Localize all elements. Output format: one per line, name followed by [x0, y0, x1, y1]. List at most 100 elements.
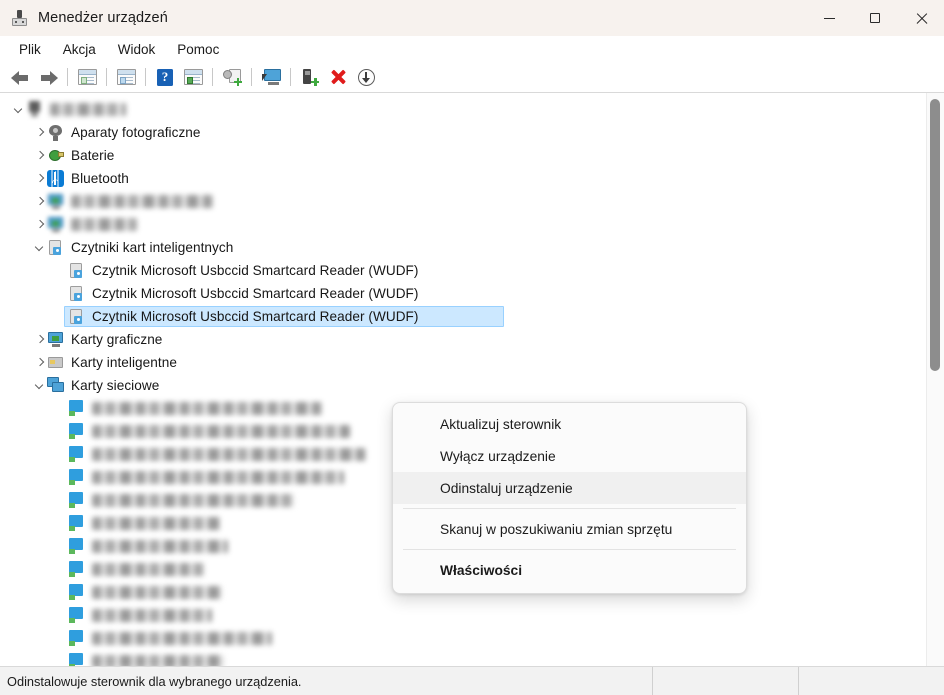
redacted-label [92, 563, 204, 576]
tree-row-label: Czytniki kart inteligentnych [71, 240, 234, 255]
toolbar-help-button[interactable]: ? [151, 64, 179, 90]
vertical-scrollbar[interactable] [926, 93, 944, 666]
redacted-label [92, 586, 222, 599]
tree-row-label: Bluetooth [71, 171, 129, 186]
tree-twisty-empty [52, 535, 68, 558]
context-menu-item[interactable]: Skanuj w poszukiwaniu zmian sprzętu [393, 513, 746, 545]
status-bar: Odinstalowuje sterownik dla wybranego ur… [0, 666, 944, 695]
tree-row[interactable]: Czytnik Microsoft Usbccid Smartcard Read… [0, 259, 926, 282]
chevron-right-icon[interactable] [31, 167, 47, 190]
minimize-button[interactable] [806, 0, 852, 36]
menu-file[interactable]: Plik [8, 39, 52, 60]
title-bar: Menedżer urządzeń [0, 0, 944, 36]
tree-row[interactable]: Czytniki kart inteligentnych [0, 236, 926, 259]
toolbar-scan-hardware-button[interactable] [257, 64, 285, 90]
toolbar-uninstall-device-button[interactable] [324, 64, 352, 90]
tree-row[interactable] [0, 98, 926, 121]
toolbar-disable-device-button[interactable] [352, 64, 380, 90]
chevron-down-icon[interactable] [10, 98, 26, 121]
tree-row[interactable]: Baterie [0, 144, 926, 167]
redacted-label [92, 517, 220, 530]
context-menu-item[interactable]: Wyłącz urządzenie [393, 440, 746, 472]
chevron-right-icon[interactable] [31, 121, 47, 144]
chevron-right-icon[interactable] [31, 190, 47, 213]
context-menu-item[interactable]: Właściwości [393, 554, 746, 586]
network-adapter-icon [68, 423, 85, 440]
redacted-label [92, 402, 322, 415]
tree-row[interactable]: Aparaty fotograficzne [0, 121, 926, 144]
bluetooth-icon: ᛦ [47, 170, 64, 187]
chevron-right-icon[interactable] [31, 328, 47, 351]
tree-row-label: Aparaty fotograficzne [71, 125, 201, 140]
tree-row[interactable]: Karty sieciowe [0, 374, 926, 397]
scrollbar-thumb[interactable] [930, 99, 940, 371]
chevron-down-icon[interactable] [31, 374, 47, 397]
menu-view[interactable]: Widok [107, 39, 167, 60]
tree-twisty-empty [52, 443, 68, 466]
redacted-label [92, 632, 272, 645]
properties-window-icon [116, 69, 136, 85]
smartcard-reader-icon [68, 285, 85, 302]
redacted-label [92, 471, 344, 484]
network-adapter-icon [68, 584, 85, 601]
maximize-icon [870, 13, 880, 23]
smartcard-reader-icon [47, 239, 64, 256]
smartcard-reader-icon [68, 262, 85, 279]
toolbar-forward-button[interactable] [34, 64, 62, 90]
battery-icon [47, 147, 64, 164]
chevron-right-icon[interactable] [31, 213, 47, 236]
chevron-down-icon[interactable] [31, 236, 47, 259]
tree-twisty-empty [52, 282, 68, 305]
toolbar-separator [251, 68, 252, 86]
minimize-icon [823, 17, 835, 19]
chevron-right-icon[interactable] [31, 144, 47, 167]
redacted-label [92, 655, 224, 666]
maximize-button[interactable] [852, 0, 898, 36]
disable-device-icon [357, 68, 375, 86]
status-message: Odinstalowuje sterownik dla wybranego ur… [7, 673, 302, 689]
title-bar-left: Menedżer urządzeń [0, 9, 168, 27]
tree-row-selected[interactable]: Czytnik Microsoft Usbccid Smartcard Read… [0, 305, 926, 328]
status-pane-1 [652, 667, 798, 695]
close-button[interactable] [898, 0, 944, 36]
close-icon [915, 12, 928, 25]
tree-row[interactable]: Karty inteligentne [0, 351, 926, 374]
enable-device-icon [301, 68, 319, 86]
content-area: Aparaty fotograficzne Baterie ᛦ Bluetooth Cz… [0, 93, 944, 666]
context-menu-item[interactable]: Odinstaluj urządzenie [393, 472, 746, 504]
tree-row[interactable]: Karty graficzne [0, 328, 926, 351]
redacted-label [92, 425, 350, 438]
back-arrow-icon [10, 70, 30, 85]
menu-action[interactable]: Akcja [52, 39, 107, 60]
tree-row[interactable] [0, 650, 926, 666]
context-menu[interactable]: Aktualizuj sterownik Wyłącz urządzenie Odi… [392, 402, 747, 594]
tree-row[interactable] [0, 604, 926, 627]
chevron-right-icon[interactable] [31, 351, 47, 374]
toolbar-console-tree-button[interactable] [73, 64, 101, 90]
tree-row-label: Karty inteligentne [71, 355, 177, 370]
tree-twisty-empty [52, 627, 68, 650]
toolbar-enable-device-button[interactable] [296, 64, 324, 90]
redacted-label [92, 609, 212, 622]
tree-row[interactable] [0, 213, 926, 236]
toolbar-back-button[interactable] [6, 64, 34, 90]
network-adapter-icon [68, 538, 85, 555]
toolbar-properties-button[interactable] [112, 64, 140, 90]
tree-row[interactable] [0, 627, 926, 650]
uninstall-device-icon [330, 69, 346, 85]
tree-row[interactable]: ᛦ Bluetooth [0, 167, 926, 190]
menu-help[interactable]: Pomoc [166, 39, 230, 60]
context-menu-item[interactable]: Aktualizuj sterownik [393, 408, 746, 440]
toolbar-action-pane-button[interactable] [179, 64, 207, 90]
tree-row[interactable] [0, 190, 926, 213]
tree-twisty-empty [52, 512, 68, 535]
menu-bar: Plik Akcja Widok Pomoc [0, 36, 944, 62]
tree-row-label: Baterie [71, 148, 115, 163]
tree-twisty-empty [52, 420, 68, 443]
network-adapter-icon [68, 630, 85, 647]
toolbar-update-driver-button[interactable] [218, 64, 246, 90]
context-menu-separator [403, 508, 736, 509]
tree-row[interactable]: Czytnik Microsoft Usbccid Smartcard Read… [0, 282, 926, 305]
generic-device-icon [47, 216, 64, 233]
tree-twisty-empty [52, 305, 68, 328]
